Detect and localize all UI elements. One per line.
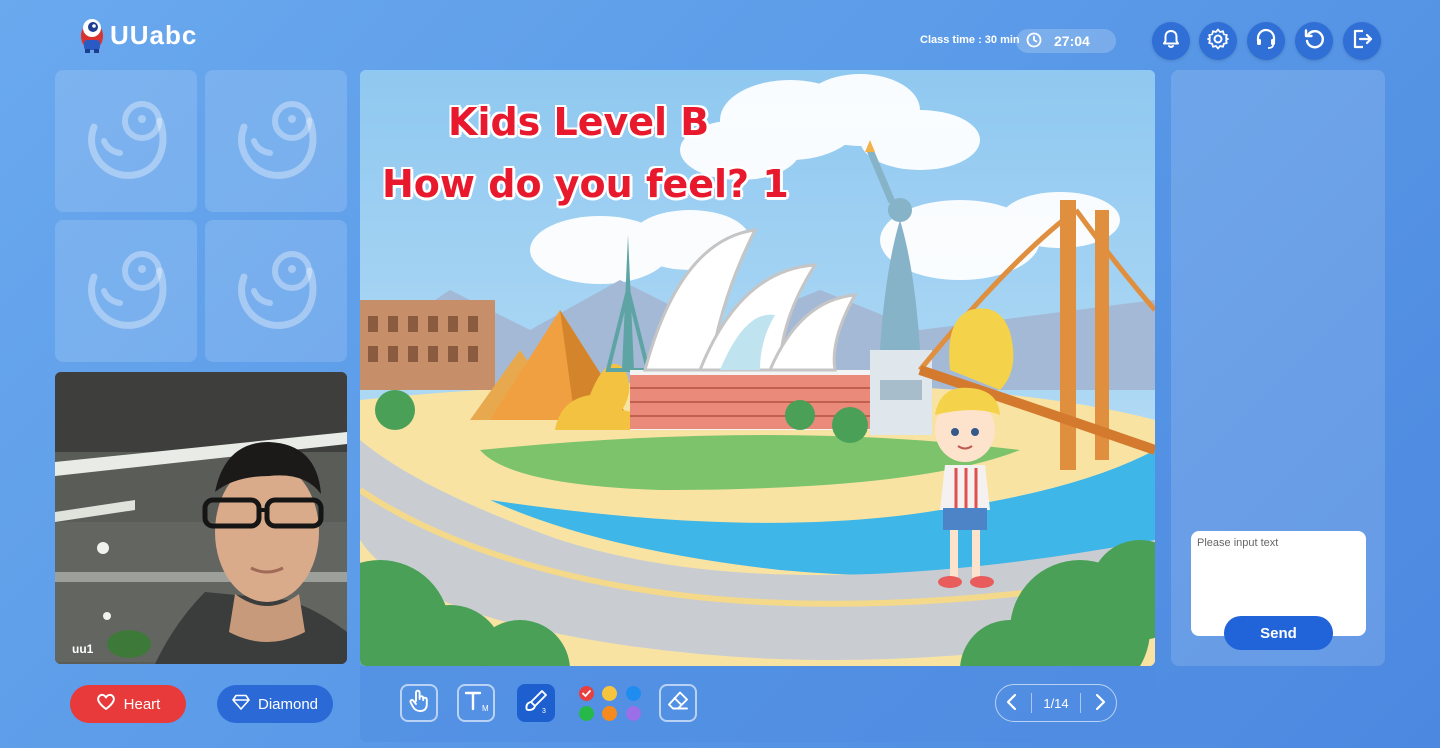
diamond-icon	[232, 694, 250, 714]
slide-title-line2: How do you feel? 1	[382, 162, 789, 206]
video-username: uu1	[72, 642, 94, 656]
page-navigator: 1/14	[995, 684, 1117, 722]
student-slot-empty	[55, 220, 197, 362]
check-icon	[582, 690, 591, 698]
teacher-video: uu1	[55, 372, 347, 664]
pager-divider	[1079, 693, 1081, 713]
video-feed	[55, 372, 347, 664]
slide-title-line1: Kids Level B	[448, 100, 710, 144]
color-red-selected[interactable]	[579, 686, 594, 701]
page-indicator: 1/14	[1043, 695, 1069, 711]
text-icon: M	[463, 689, 489, 718]
hand-pointer-icon	[408, 689, 430, 718]
empty-seat-icon	[80, 243, 172, 340]
text-tool[interactable]: M	[457, 684, 495, 722]
diamond-label: Diamond	[257, 695, 319, 713]
empty-seat-icon	[80, 93, 172, 190]
empty-seat-icon	[230, 93, 322, 190]
logo-text: UUabc	[110, 19, 198, 50]
app-logo: UUabc	[78, 16, 197, 54]
color-yellow[interactable]	[602, 686, 617, 701]
timer: 27:04	[1016, 29, 1116, 53]
pointer-tool[interactable]	[400, 684, 438, 722]
chevron-left-icon	[1006, 693, 1017, 710]
color-orange[interactable]	[602, 706, 617, 721]
pen-tool[interactable]: 3	[517, 684, 555, 722]
prev-page-button[interactable]	[1004, 692, 1020, 715]
color-purple[interactable]	[626, 706, 641, 721]
send-button[interactable]: Send	[1224, 616, 1333, 650]
svg-text:M: M	[482, 704, 489, 713]
pager-divider	[1031, 693, 1033, 713]
gear-icon	[1206, 27, 1230, 56]
student-slot-empty	[205, 220, 347, 362]
notifications-button[interactable]	[1152, 22, 1190, 60]
settings-button[interactable]	[1199, 22, 1237, 60]
refresh-icon	[1302, 27, 1326, 56]
eraser-icon	[666, 689, 690, 718]
exit-icon	[1350, 27, 1374, 56]
heart-button[interactable]: Heart	[70, 685, 186, 723]
heart-icon	[96, 693, 116, 715]
heart-label: Heart	[123, 695, 161, 713]
bell-icon	[1160, 28, 1182, 55]
diamond-button[interactable]: Diamond	[217, 685, 333, 723]
student-slot-empty	[205, 70, 347, 212]
eraser-tool[interactable]	[659, 684, 697, 722]
color-blue[interactable]	[626, 686, 641, 701]
class-time-label: Class time : 30 min	[920, 34, 1020, 46]
headset-icon	[1254, 27, 1278, 56]
next-page-button[interactable]	[1092, 692, 1108, 715]
courseware-slide[interactable]: Kids Level B How do you feel? 1	[360, 70, 1155, 666]
support-button[interactable]	[1247, 22, 1285, 60]
chevron-right-icon	[1095, 693, 1106, 710]
timer-value: 27:04	[1054, 33, 1090, 49]
svg-text:3: 3	[542, 708, 546, 714]
empty-seat-icon	[230, 243, 322, 340]
student-slot-empty	[55, 70, 197, 212]
brush-icon: 3	[523, 688, 549, 719]
clock-icon	[1026, 32, 1042, 51]
color-green[interactable]	[579, 706, 594, 721]
refresh-button[interactable]	[1295, 22, 1333, 60]
mascot-icon	[78, 16, 106, 54]
slide-illustration	[360, 70, 1155, 666]
exit-button[interactable]	[1343, 22, 1381, 60]
